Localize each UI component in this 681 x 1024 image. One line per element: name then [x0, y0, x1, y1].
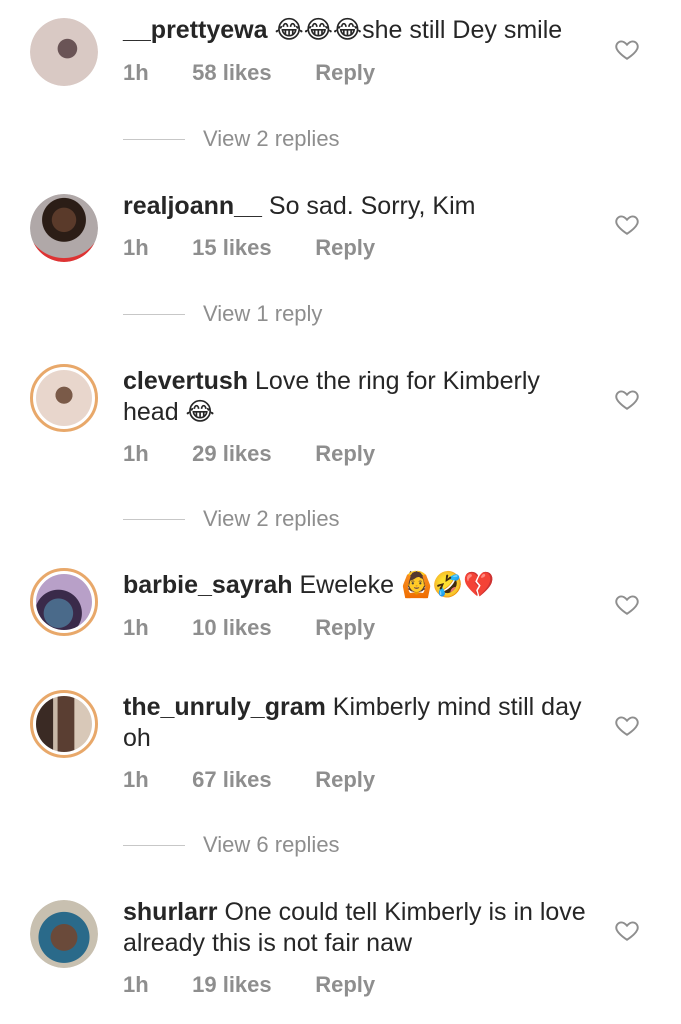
- comment-username[interactable]: shurlarr: [123, 898, 217, 926]
- reply-button[interactable]: Reply: [315, 441, 375, 467]
- comment-username[interactable]: realjoann__: [123, 192, 262, 220]
- heart-icon[interactable]: [614, 591, 640, 617]
- comment-meta: 1h 10 likes Reply: [123, 615, 375, 641]
- comment-body: 😂😂😂she still Dey smile: [274, 16, 563, 44]
- view-replies-button[interactable]: View 1 reply: [123, 301, 322, 327]
- reply-button[interactable]: Reply: [315, 767, 375, 793]
- comment-time: 1h: [123, 235, 149, 260]
- divider-line: [123, 313, 185, 315]
- comment-text: the_unruly_gram Kimberly mind still day …: [123, 692, 598, 754]
- comment-body: Eweleke 🙆🤣💔: [299, 571, 495, 599]
- avatar[interactable]: [30, 900, 98, 968]
- view-replies-label: View 6 replies: [203, 832, 340, 857]
- comment-text: barbie_sayrah Eweleke 🙆🤣💔: [123, 570, 598, 601]
- heart-icon[interactable]: [614, 712, 640, 738]
- comment-meta: 1h 67 likes Reply: [123, 767, 375, 793]
- comment-likes[interactable]: 15 likes: [192, 235, 309, 261]
- heart-icon[interactable]: [614, 211, 640, 237]
- avatar[interactable]: [30, 194, 98, 262]
- heart-icon[interactable]: [614, 917, 640, 943]
- comment-username[interactable]: __prettyewa: [123, 16, 268, 44]
- avatar[interactable]: [30, 568, 98, 636]
- reply-button[interactable]: Reply: [315, 972, 375, 998]
- heart-icon[interactable]: [614, 386, 640, 412]
- view-replies-label: View 1 reply: [203, 301, 323, 326]
- comment-time: 1h: [123, 60, 149, 85]
- reply-button[interactable]: Reply: [315, 615, 375, 641]
- reply-button[interactable]: Reply: [315, 60, 375, 86]
- view-replies-label: View 2 replies: [203, 126, 340, 151]
- comment-meta: 1h 29 likes Reply: [123, 441, 375, 467]
- avatar[interactable]: [30, 690, 98, 758]
- avatar[interactable]: [30, 18, 98, 86]
- comment-likes[interactable]: 19 likes: [192, 972, 309, 998]
- comment-text: shurlarr One could tell Kimberly is in l…: [123, 897, 598, 959]
- comment-likes[interactable]: 67 likes: [192, 767, 309, 793]
- comment-time: 1h: [123, 767, 149, 792]
- comment-body: So sad. Sorry, Kim: [268, 192, 476, 220]
- comment-username[interactable]: barbie_sayrah: [123, 571, 293, 599]
- comment-username[interactable]: the_unruly_gram: [123, 693, 326, 721]
- comment-meta: 1h 58 likes Reply: [123, 60, 375, 86]
- comment-text: realjoann__ So sad. Sorry, Kim: [123, 191, 598, 222]
- comment-meta: 1h 15 likes Reply: [123, 235, 375, 261]
- divider-line: [123, 518, 185, 520]
- comment-likes[interactable]: 10 likes: [192, 615, 309, 641]
- view-replies-label: View 2 replies: [203, 506, 340, 531]
- comment-time: 1h: [123, 615, 149, 640]
- comment-likes[interactable]: 29 likes: [192, 441, 309, 467]
- divider-line: [123, 138, 185, 140]
- avatar[interactable]: [30, 364, 98, 432]
- comment-likes[interactable]: 58 likes: [192, 60, 309, 86]
- heart-icon[interactable]: [614, 36, 640, 62]
- comment-text: clevertush Love the ring for Kimberly he…: [123, 366, 598, 428]
- reply-button[interactable]: Reply: [315, 235, 375, 261]
- comment-time: 1h: [123, 972, 149, 997]
- comment-time: 1h: [123, 441, 149, 466]
- view-replies-button[interactable]: View 2 replies: [123, 126, 340, 152]
- comment-text: __prettyewa 😂😂😂she still Dey smile: [123, 15, 598, 46]
- comment-meta: 1h 19 likes Reply: [123, 972, 375, 998]
- view-replies-button[interactable]: View 6 replies: [123, 832, 340, 858]
- view-replies-button[interactable]: View 2 replies: [123, 506, 340, 532]
- divider-line: [123, 844, 185, 846]
- comment-username[interactable]: clevertush: [123, 367, 248, 395]
